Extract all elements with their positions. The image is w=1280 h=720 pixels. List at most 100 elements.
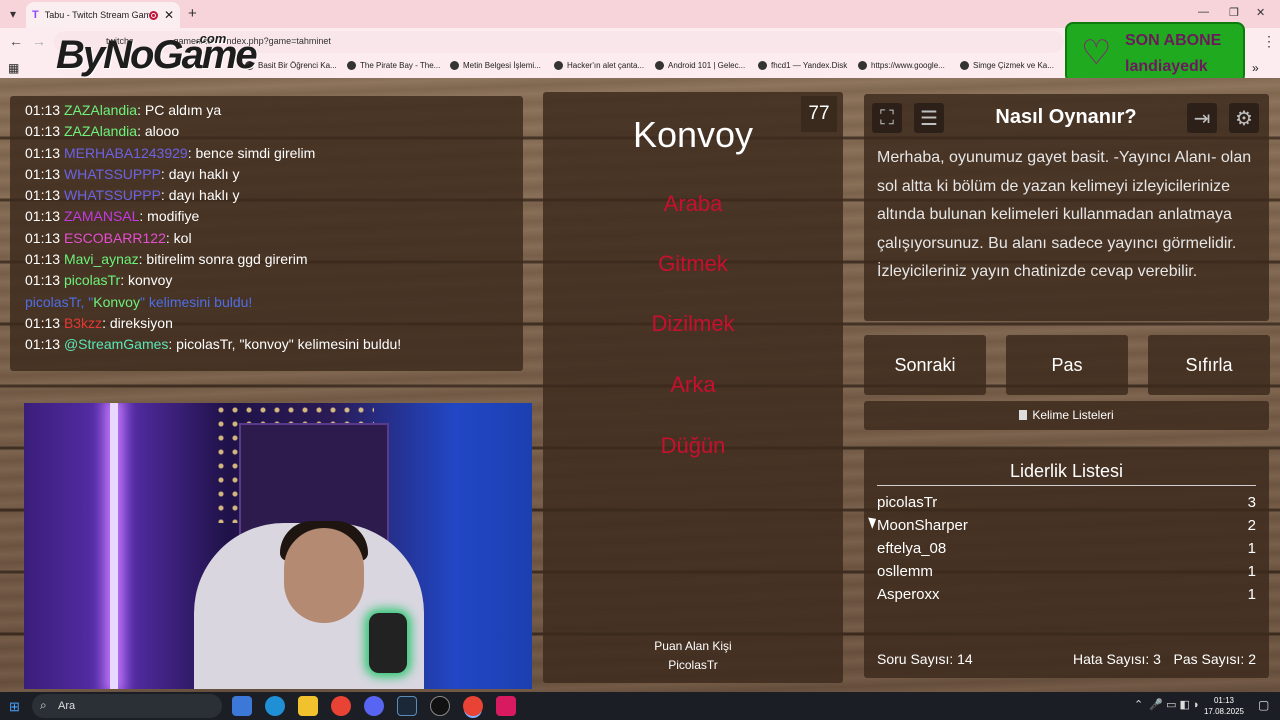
chat-username[interactable]: ZAMANSAL [64, 208, 139, 224]
chat-username[interactable]: ZAZAlandia [64, 123, 137, 139]
recording-icon [148, 10, 158, 20]
file-explorer-icon[interactable] [298, 696, 318, 716]
chrome-icon[interactable] [331, 696, 351, 716]
chat-text: : bitirelim sonra ggd girerim [138, 251, 308, 268]
how-to-play-title: Nasıl Oynanır? [995, 106, 1137, 128]
pass-count: Pas Sayısı: 2 [1173, 651, 1256, 667]
more-bookmarks-icon[interactable]: » [1252, 61, 1259, 75]
bynogame-logo: ByNoGame .com [56, 31, 258, 77]
chat-username[interactable]: B3kzz [64, 315, 102, 331]
next-button[interactable]: Sonraki [864, 335, 986, 395]
chat-message: 01:13 WHATSSUPPP: dayı haklı y [25, 164, 523, 185]
how-to-play-text: Merhaba, oyunumuz gayet basit. -Yayıncı … [877, 149, 1252, 281]
taboo-word: Düğün [660, 433, 726, 458]
chat-time: 01:13 [25, 187, 61, 204]
chat-message: 01:13 picolasTr: konvoy [25, 270, 523, 291]
fullscreen-icon[interactable]: ⛶ [872, 103, 902, 133]
chat-time: 01:13 [25, 272, 61, 289]
logo-domain: .com [196, 31, 227, 46]
chat-text: : kol [165, 229, 192, 246]
chat-message: 01:13 B3kzz: direksiyon [25, 313, 523, 334]
chrome-active-icon[interactable] [463, 696, 483, 716]
settings-gear-icon[interactable]: ⚙ [1229, 103, 1259, 133]
chat-message: 01:13 ZAMANSAL: modifiye [25, 206, 523, 227]
notes-icon[interactable]: ☰ [914, 103, 944, 133]
bookmark-6[interactable]: fhcd1 — Yandex.Disk [758, 61, 847, 70]
chat-text: : dayı haklı y [160, 187, 240, 204]
chat-time: 01:13 [25, 165, 61, 182]
sub-alert-title: SON ABONE [1125, 32, 1222, 49]
bookmark-3[interactable]: Metin Belgesi İşlemi... [450, 61, 541, 70]
main-word: Konvoy [632, 114, 754, 155]
chat-username[interactable]: ESCOBARR122 [64, 230, 166, 246]
back-icon[interactable]: ← [9, 33, 23, 49]
leaderboard-row: osllemm 1 [877, 563, 1256, 580]
system-text: , " [80, 293, 94, 310]
forward-icon[interactable]: → [32, 33, 46, 49]
taboo-word: Araba [663, 191, 723, 216]
apps-icon[interactable]: ▦ [8, 61, 19, 75]
chat-time: 01:13 [25, 208, 61, 225]
chat-message: 01:13 @StreamGames: picolasTr, "konvoy" … [25, 334, 523, 355]
chat-text: : alooo [137, 123, 180, 140]
browser-tab[interactable]: T Tabu - Twitch Stream Game ✕ [26, 2, 180, 28]
bookmark-8[interactable]: Simge Çizmek ve Ka... [960, 61, 1054, 70]
chat-text: : direksiyon [102, 314, 173, 331]
chat-username[interactable]: WHATSSUPPP [64, 187, 161, 203]
taskbar-search[interactable]: ⌕ Ara [32, 694, 222, 718]
bookmark-5[interactable]: Android 101 | Gelec... [655, 61, 745, 70]
chat-time: 01:13 [25, 144, 61, 161]
tab-list-icon[interactable]: ▾ [3, 4, 23, 24]
chat-username[interactable]: WHATSSUPPP [64, 166, 161, 182]
leaderboard-row: eftelya_08 1 [877, 540, 1256, 557]
chat-message: 01:13 WHATSSUPPP: dayı haklı y [25, 185, 523, 206]
pass-button[interactable]: Pas [1006, 335, 1128, 395]
notifications-icon[interactable]: ▢ [1258, 698, 1269, 712]
chat-time: 01:13 [25, 123, 61, 140]
new-tab-button[interactable]: + [188, 5, 197, 22]
word-lists-button[interactable]: Kelime Listeleri [864, 401, 1269, 430]
chat-username[interactable]: ZAZAlandia [64, 102, 137, 118]
chat-message: 01:13 MERHABA1243929: bence simdi gireli… [25, 143, 523, 164]
chat-time: 01:13 [25, 102, 61, 118]
chat-username[interactable]: @StreamGames [64, 336, 168, 352]
reset-button[interactable]: Sıfırla [1148, 335, 1270, 395]
clock[interactable]: 01:13 17.08.2025 [1200, 695, 1248, 717]
leaderboard-row: Asperoxx 1 [877, 586, 1256, 603]
document-icon [1019, 410, 1028, 420]
discord-icon[interactable] [364, 696, 384, 716]
chat-username[interactable]: Mavi_aynaz [64, 251, 139, 267]
sub-alert-name: landiayedk [1125, 58, 1208, 75]
restore-icon[interactable]: ❐ [1229, 6, 1239, 19]
chat-username[interactable]: MERHABA1243929 [64, 145, 188, 161]
edge-icon[interactable] [265, 696, 285, 716]
game-stats: Soru Sayısı: 14 Hata Sayısı: 3 Pas Sayıs… [877, 651, 1256, 671]
widgets-icon[interactable] [232, 696, 252, 716]
obs-icon[interactable] [430, 696, 450, 716]
steam-icon[interactable] [397, 696, 417, 716]
tiktok-icon[interactable] [496, 696, 516, 716]
bookmark-1[interactable]: Basit Bir Öğrenci Ka... [245, 61, 337, 70]
minimize-icon[interactable]: — [1198, 6, 1209, 18]
chat-text: : dayı haklı y [160, 165, 240, 182]
twitch-favicon-icon: T [32, 9, 39, 21]
close-tab-icon[interactable]: ✕ [164, 8, 174, 22]
menu-icon[interactable]: ⋮ [1262, 33, 1276, 50]
chat-username[interactable]: picolasTr [64, 272, 120, 288]
chat-message: 01:13 ESCOBARR122: kol [25, 228, 523, 249]
chat-panel: 01:13 ZAZAlandia: PC aldım ya 01:13 ZAZAl… [10, 96, 523, 371]
bookmark-4[interactable]: Hacker'ın alet çanta... [554, 61, 644, 70]
chat-time: 01:13 [25, 229, 61, 246]
bookmark-7[interactable]: https://www.google... [858, 61, 945, 70]
scorer-label: Puan Alan Kişi [654, 639, 732, 653]
search-icon: ⌕ [40, 698, 47, 712]
heart-icon: ♡ [1081, 34, 1112, 72]
windows-start-icon[interactable]: ⊞ [9, 699, 20, 715]
close-window-icon[interactable]: ✕ [1256, 6, 1265, 19]
chat-time: 01:13 [25, 336, 61, 353]
exit-icon[interactable]: ⇥ [1187, 103, 1217, 133]
bookmark-2[interactable]: The Pirate Bay - The... [347, 61, 440, 70]
system-tray[interactable]: ⌃ 🎤 ▭ ◧ ◗ [1134, 698, 1200, 711]
windows-taskbar: ⊞ ⌕ Ara ⌃ 🎤 ▭ ◧ ◗ 01:13 17.08.2025 ▢ [0, 692, 1280, 720]
system-word: Konvoy [93, 293, 140, 310]
